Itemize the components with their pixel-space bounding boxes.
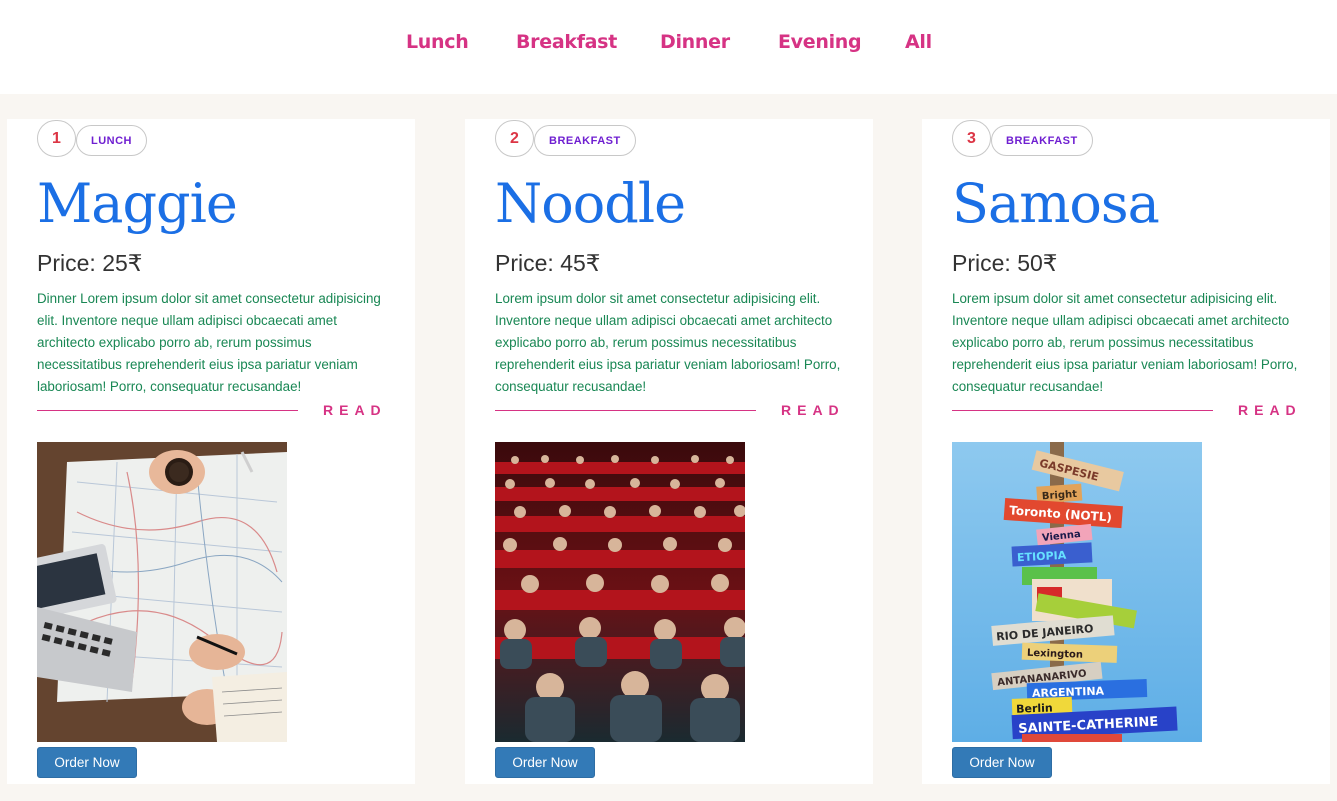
nav-link-dinner[interactable]: Dinner: [660, 31, 730, 53]
item-number-badge: 1: [37, 120, 76, 157]
order-now-button[interactable]: Order Now: [952, 747, 1052, 778]
divider: [37, 410, 298, 411]
price-value: 50₹: [1017, 250, 1058, 276]
item-number-badge: 2: [495, 120, 534, 157]
sign-label: ETIOPIA: [1017, 549, 1067, 565]
price-value: 45₹: [560, 250, 601, 276]
divider: [495, 410, 756, 411]
item-number-badge: 3: [952, 120, 991, 157]
item-price: Price: 45₹: [495, 250, 600, 277]
item-description: Lorem ipsum dolor sit amet consectetur a…: [952, 291, 1298, 394]
category-badge: LUNCH: [76, 125, 147, 156]
menu-card: 1 LUNCH Maggie Price: 25₹ Dinner Lorem i…: [7, 119, 415, 784]
menu-card: 2 BREAKFAST Noodle Price: 45₹ Lorem ipsu…: [465, 119, 873, 784]
item-title: Samosa: [952, 172, 1160, 235]
order-now-button[interactable]: Order Now: [37, 747, 137, 778]
sign-label: Lexington: [1027, 648, 1083, 661]
item-photo: [495, 442, 745, 742]
read-link[interactable]: READ: [323, 402, 387, 418]
nav-link-evening[interactable]: Evening: [778, 31, 862, 53]
item-title: Maggie: [37, 172, 238, 235]
item-title: Noodle: [495, 172, 686, 235]
item-price: Price: 25₹: [37, 250, 142, 277]
price-value: 25₹: [102, 250, 143, 276]
order-now-button[interactable]: Order Now: [495, 747, 595, 778]
item-photo: [37, 442, 287, 742]
nav-link-lunch[interactable]: Lunch: [406, 31, 469, 53]
price-label: Price:: [37, 250, 96, 276]
item-price: Price: 50₹: [952, 250, 1057, 277]
item-description: Lorem ipsum dolor sit amet consectetur a…: [495, 291, 841, 394]
menu-card: 3 BREAKFAST Samosa Price: 50₹ Lorem ipsu…: [922, 119, 1330, 784]
read-link[interactable]: READ: [1238, 402, 1302, 418]
divider: [952, 410, 1213, 411]
nav-link-breakfast[interactable]: Breakfast: [516, 31, 617, 53]
nav-link-all[interactable]: All: [905, 31, 932, 53]
category-badge: BREAKFAST: [991, 125, 1093, 156]
read-link[interactable]: READ: [781, 402, 845, 418]
price-label: Price:: [495, 250, 554, 276]
price-label: Price:: [952, 250, 1011, 276]
category-badge: BREAKFAST: [534, 125, 636, 156]
item-description: Dinner Lorem ipsum dolor sit amet consec…: [37, 291, 381, 394]
item-photo: GASPESIE Bright Toronto (NOTL) Vienna ET…: [952, 442, 1202, 742]
top-nav: Lunch Breakfast Dinner Evening All: [0, 0, 1337, 94]
